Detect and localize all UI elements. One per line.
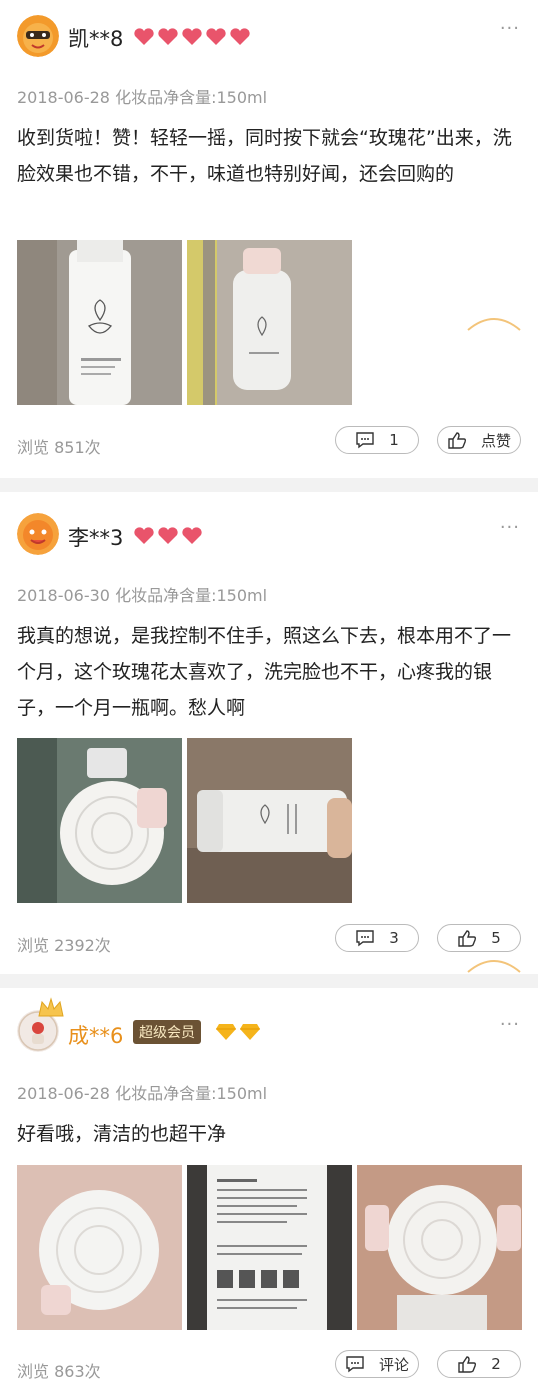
view-count: 浏览 851次 (17, 438, 101, 457)
review-date-spec: 2018-06-28 化妆品净含量:150ml (17, 1084, 268, 1103)
review-text: 好看哦，清洁的也超干净 (17, 1123, 227, 1145)
review-card: 李**3 ··· 2018-06-30 化妆品净含量:150ml 我真的想说，是… (0, 492, 538, 974)
review-photo[interactable] (187, 240, 352, 405)
thumbs-up-icon (458, 1356, 477, 1373)
review-photo[interactable] (17, 1165, 182, 1330)
review-photos (17, 240, 352, 405)
like-button[interactable]: 2 (437, 1350, 521, 1378)
diamond-icon (216, 1024, 236, 1040)
review-photo[interactable] (187, 1165, 352, 1330)
comment-button[interactable]: 3 (335, 924, 419, 952)
more-options-button[interactable]: ··· (500, 18, 520, 39)
heart-icon (158, 28, 178, 45)
heart-icon (134, 527, 154, 544)
thumbs-up-icon (458, 930, 477, 947)
heart-icon (182, 527, 202, 544)
avatar[interactable] (17, 15, 59, 57)
comment-icon (356, 432, 374, 449)
comment-count: 评论 (378, 1355, 409, 1374)
diamond-icon (240, 1024, 260, 1040)
comment-count: 3 (389, 929, 399, 947)
review-photos (17, 1165, 522, 1330)
view-count: 浏览 863次 (17, 1362, 101, 1381)
review-photo[interactable] (357, 1165, 522, 1330)
decorative-arc-icon (467, 960, 521, 973)
review-text: 收到货啦！赞！轻轻一摇，同时按下就会“玫瑰花”出来，洗脸效果也不错，不干，味道也… (17, 127, 512, 185)
member-gems (215, 1021, 261, 1041)
username: 凯**8 (68, 27, 124, 51)
heart-icon (182, 28, 202, 45)
review-card: 成**6 超级会员 ··· 2018-06-28 化妆品净含量:150ml 好看… (0, 988, 538, 1395)
review-text: 我真的想说，是我控制不住手，照这么下去，根本用不了一个月，这个玫瑰花太喜欢了，洗… (17, 625, 512, 719)
heart-icon (158, 527, 178, 544)
heart-icon (134, 28, 154, 45)
more-options-button[interactable]: ··· (500, 1014, 520, 1035)
more-options-button[interactable]: ··· (500, 517, 520, 538)
review-photo[interactable] (17, 240, 182, 405)
decorative-arc-icon (467, 318, 521, 331)
like-button[interactable]: 5 (437, 924, 521, 952)
comment-button[interactable]: 评论 (335, 1350, 419, 1378)
avatar[interactable] (17, 513, 59, 555)
like-count: 5 (491, 929, 501, 947)
avatar-mascot-icon (17, 15, 59, 57)
comment-button[interactable]: 1 (335, 426, 419, 454)
review-photo[interactable] (187, 738, 352, 903)
review-date-spec: 2018-06-30 化妆品净含量:150ml (17, 586, 268, 605)
member-badge: 超级会员 (133, 1020, 201, 1044)
review-date-spec: 2018-06-28 化妆品净含量:150ml (17, 88, 268, 107)
heart-icon (230, 28, 250, 45)
like-count: 点赞 (480, 431, 511, 450)
comment-count: 1 (389, 431, 399, 449)
review-photo[interactable] (17, 738, 182, 903)
avatar-mascot-icon (17, 513, 59, 555)
like-count: 2 (491, 1355, 501, 1373)
review-photos (17, 738, 352, 903)
comment-icon (346, 1356, 364, 1373)
comment-icon (356, 930, 374, 947)
user-level-hearts (133, 526, 203, 546)
user-level-hearts (133, 27, 251, 47)
view-count: 浏览 2392次 (17, 936, 111, 955)
heart-icon (206, 28, 226, 45)
like-button[interactable]: 点赞 (437, 426, 521, 454)
username: 李**3 (68, 526, 124, 550)
crown-icon (38, 997, 64, 1017)
review-card: 凯**8 ··· 2018-06-28 化妆品净含量:150ml 收到货啦！赞！… (0, 0, 538, 478)
username: 成**6 (68, 1024, 124, 1048)
thumbs-up-icon (448, 432, 467, 449)
